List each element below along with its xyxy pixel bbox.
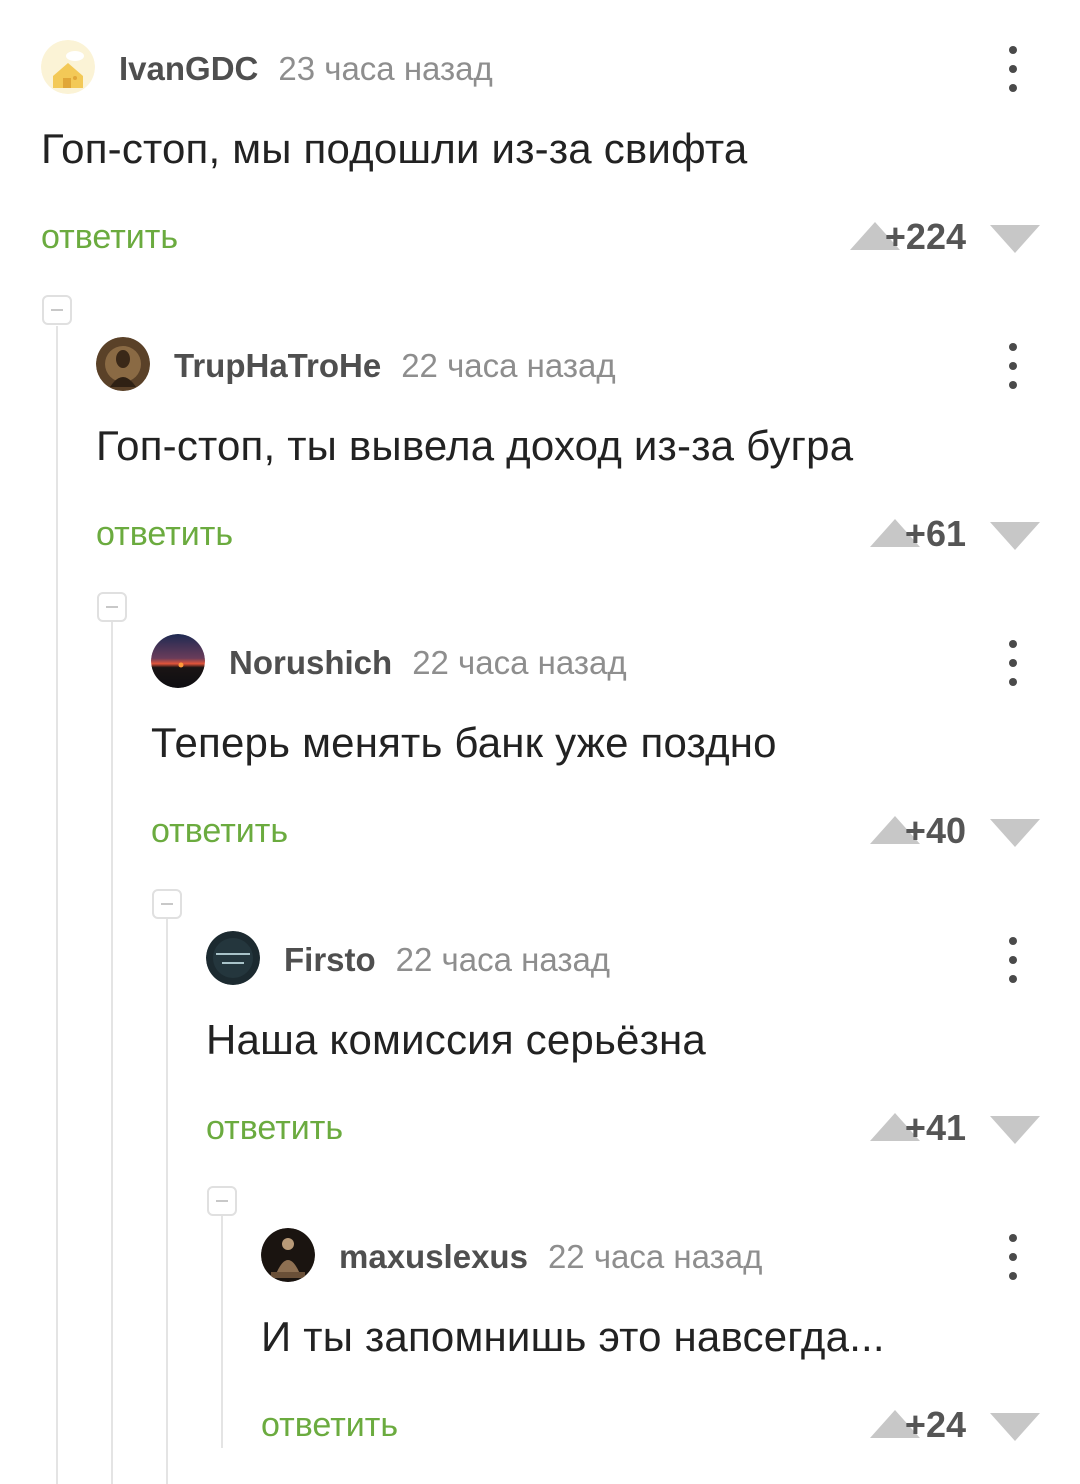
comment: Norushich 22 часа назад Теперь менять бан… bbox=[151, 616, 1080, 856]
author-name[interactable]: TrupHaTroHe bbox=[174, 347, 381, 384]
author-name[interactable]: Firsto bbox=[284, 941, 376, 978]
more-options-icon[interactable] bbox=[1008, 1234, 1018, 1280]
collapse-thread-button[interactable] bbox=[207, 1186, 237, 1216]
comment-author[interactable]: Norushich 22 часа назад bbox=[229, 644, 627, 682]
downvote-icon[interactable] bbox=[990, 1413, 1040, 1441]
comment-score: +24 bbox=[904, 1404, 966, 1445]
avatar[interactable] bbox=[261, 1228, 315, 1282]
thread-line bbox=[111, 622, 113, 1484]
reply-link[interactable]: ответить bbox=[41, 218, 178, 257]
cartoon-house-avatar bbox=[41, 40, 95, 94]
avatar[interactable] bbox=[41, 40, 95, 94]
comment-time: 22 часа назад bbox=[412, 644, 627, 681]
author-name[interactable]: Norushich bbox=[229, 644, 392, 681]
downvote-icon[interactable] bbox=[990, 1116, 1040, 1144]
thread-line bbox=[221, 1216, 223, 1448]
comment-score: +41 bbox=[904, 1107, 966, 1148]
comment-score: +61 bbox=[904, 513, 966, 554]
comment: TrupHaTroHe 22 часа назад Гоп-стоп, ты вы… bbox=[96, 319, 1080, 559]
more-options-icon[interactable] bbox=[1008, 937, 1018, 983]
comment-score: +40 bbox=[904, 810, 966, 851]
comment: maxuslexus 22 часа назад И ты запомнишь э… bbox=[261, 1210, 1080, 1450]
comment-author[interactable]: IvanGDC 23 часа назад bbox=[119, 50, 493, 88]
reply-link[interactable]: ответить bbox=[96, 515, 233, 554]
more-options-icon[interactable] bbox=[1008, 343, 1018, 389]
avatar[interactable] bbox=[96, 337, 150, 391]
collapse-thread-button[interactable] bbox=[42, 295, 72, 325]
reply-link[interactable]: ответить bbox=[206, 1109, 343, 1148]
reply-link[interactable]: ответить bbox=[261, 1406, 398, 1445]
comment-score: +224 bbox=[884, 216, 966, 257]
collapse-thread-button[interactable] bbox=[97, 592, 127, 622]
more-options-icon[interactable] bbox=[1008, 640, 1018, 686]
reply-link[interactable]: ответить bbox=[151, 812, 288, 851]
comment-text: Гоп-стоп, мы подошли из-за свифта bbox=[41, 125, 748, 172]
downvote-icon[interactable] bbox=[990, 819, 1040, 847]
comment-time: 22 часа назад bbox=[395, 941, 611, 978]
author-name[interactable]: maxuslexus bbox=[339, 1238, 528, 1275]
comment-time: 23 часа назад bbox=[278, 50, 493, 87]
collapse-thread-button[interactable] bbox=[152, 889, 182, 919]
comment-author[interactable]: TrupHaTroHe 22 часа назад bbox=[174, 347, 616, 385]
statue-avatar bbox=[261, 1228, 315, 1282]
comment-text: И ты запомнишь это навсегда... bbox=[261, 1313, 885, 1360]
comment-time: 22 часа назад bbox=[547, 1238, 763, 1275]
comment: IvanGDC 23 часа назад Гоп-стоп, мы подошл… bbox=[41, 22, 1080, 262]
avatar[interactable] bbox=[206, 931, 260, 985]
more-options-icon[interactable] bbox=[1008, 46, 1018, 92]
comment-time: 22 часа назад bbox=[401, 347, 616, 384]
downvote-icon[interactable] bbox=[990, 522, 1040, 550]
comment: Firsto 22 часа назад Наша комиссия серьёз… bbox=[206, 913, 1080, 1153]
thread-line bbox=[56, 326, 58, 1484]
author-name[interactable]: IvanGDC bbox=[119, 50, 258, 87]
avatar[interactable] bbox=[151, 634, 205, 688]
comment-author[interactable]: maxuslexus 22 часа назад bbox=[339, 1238, 762, 1276]
sunset-avatar bbox=[151, 634, 205, 688]
downvote-icon[interactable] bbox=[990, 225, 1040, 253]
comment-author[interactable]: Firsto 22 часа назад bbox=[284, 941, 610, 979]
thread-line bbox=[166, 919, 168, 1484]
dark-brown-figure-avatar bbox=[96, 337, 150, 391]
comment-text: Наша комиссия серьёзна bbox=[206, 1016, 706, 1063]
comment-text: Гоп-стоп, ты вывела доход из-за бугра bbox=[96, 422, 854, 469]
dark-teal-text-avatar bbox=[206, 931, 260, 985]
comment-text: Теперь менять банк уже поздно bbox=[151, 719, 777, 766]
